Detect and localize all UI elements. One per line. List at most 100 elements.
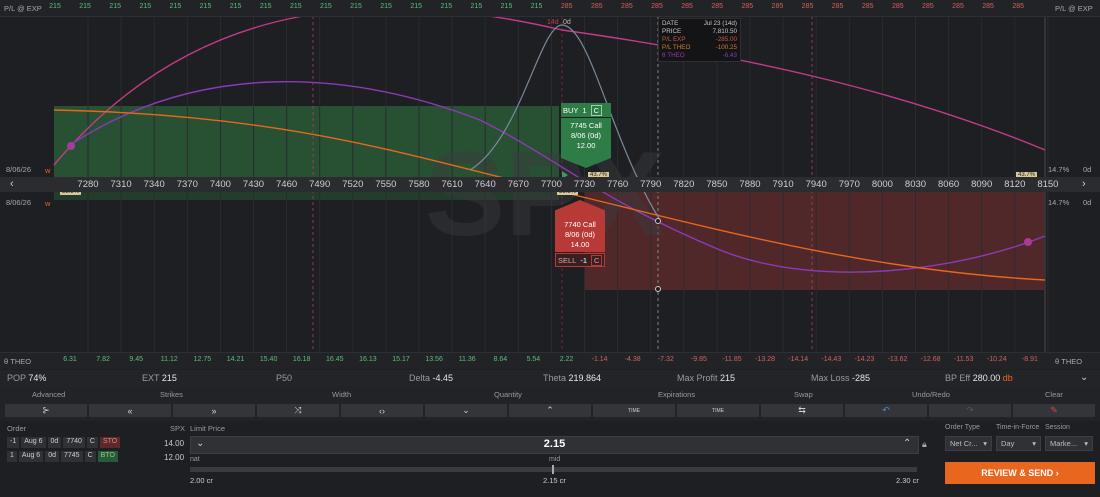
- tif-select[interactable]: Day ▾: [996, 436, 1041, 451]
- strike-tick[interactable]: 7940: [798, 179, 834, 190]
- strike-tick[interactable]: 7970: [831, 179, 867, 190]
- order-type-value: Net Cr...: [950, 439, 978, 448]
- width-narrow-button[interactable]: ⤨: [256, 403, 340, 418]
- expiration-forward-button[interactable]: TIME: [676, 403, 760, 418]
- theta-theo-row: θ THEO θ THEO 6.31 7.82 9.45 11.12 12.75 14.2…: [0, 352, 1100, 369]
- strike-tick[interactable]: 7910: [765, 179, 801, 190]
- advanced-button[interactable]: ⊱: [4, 403, 88, 418]
- dte-top: 0d: [1083, 165, 1092, 174]
- strike-axis[interactable]: ‹ › 7280 7310 7340 7370 7400 7430 7460 7490 7520…: [0, 177, 1100, 192]
- strike-tick[interactable]: 7430: [236, 179, 272, 190]
- ext-stat: EXT 215: [142, 373, 177, 383]
- time-forward-icon: TIME: [712, 407, 724, 414]
- session-select[interactable]: Marke... ▾: [1045, 436, 1093, 451]
- price-up-icon[interactable]: ⌃: [903, 438, 911, 449]
- redo-button[interactable]: ↷: [928, 403, 1012, 418]
- strike-tick[interactable]: 7820: [666, 179, 702, 190]
- theta-theo-value: 5.54: [526, 356, 541, 363]
- strike-tick[interactable]: 8120: [997, 179, 1033, 190]
- risk-chart[interactable]: SPX P/L @ EXP P/L @ EXP 215 215 215 215 215 2…: [0, 0, 1100, 370]
- strike-tick[interactable]: 7550: [368, 179, 404, 190]
- sell-action: SELL: [558, 255, 577, 265]
- theta-theo-value: -8.91: [1021, 356, 1038, 363]
- strike-tick[interactable]: 7670: [500, 179, 536, 190]
- theta-theo-value: -10.24: [986, 356, 1007, 363]
- strike-tick[interactable]: 7400: [202, 179, 238, 190]
- session-value: Marke...: [1050, 439, 1078, 448]
- pl-exp-value: 215: [380, 3, 392, 10]
- price-slider-thumb[interactable]: [552, 465, 554, 474]
- strike-tick[interactable]: 7340: [136, 179, 172, 190]
- strike-tick[interactable]: 8000: [864, 179, 900, 190]
- strike-tick[interactable]: 7310: [103, 179, 139, 190]
- strike-tick[interactable]: 7850: [699, 179, 735, 190]
- lock-icon[interactable]: 🔒︎: [922, 439, 927, 450]
- strikes-down-button[interactable]: «: [88, 403, 172, 418]
- max-loss-stat: Max Loss -285: [811, 373, 871, 383]
- undo-icon: ↶: [882, 405, 890, 415]
- tt-pltheo-label: P/L THEO: [662, 44, 691, 51]
- price-slider[interactable]: [190, 465, 917, 474]
- strike-tick[interactable]: 7700: [533, 179, 569, 190]
- label-expirations: Expirations: [658, 390, 696, 399]
- strike-tick[interactable]: 7640: [467, 179, 503, 190]
- pl-exp-value: 215: [350, 3, 362, 10]
- theta-theo-value: -14.23: [854, 356, 875, 363]
- quantity-up-button[interactable]: ⌃: [508, 403, 592, 418]
- limit-price-input[interactable]: ⌄ 2.15 ⌃: [190, 436, 919, 454]
- undo-button[interactable]: ↶: [844, 403, 928, 418]
- label-width: Width: [332, 390, 352, 399]
- pl-exp-value: 285: [590, 3, 603, 10]
- strike-tick[interactable]: 7520: [335, 179, 371, 190]
- mid-value: 2.15 cr: [543, 476, 566, 485]
- strike-tick[interactable]: 8030: [898, 179, 934, 190]
- strike-tick[interactable]: 7790: [633, 179, 669, 190]
- review-send-button[interactable]: REVIEW & SEND ›: [945, 462, 1095, 484]
- buy-leg-header[interactable]: BUY 1 C: [561, 103, 611, 117]
- review-send-label: REVIEW & SEND: [981, 468, 1054, 478]
- strike-tick[interactable]: 8090: [964, 179, 1000, 190]
- strike-tick[interactable]: 7730: [567, 179, 603, 190]
- strike-tick[interactable]: 8150: [1030, 179, 1066, 190]
- narrow-icon: ⤨: [294, 405, 302, 415]
- quantity-down-button[interactable]: ⌄: [424, 403, 508, 418]
- label-swap: Swap: [794, 390, 813, 399]
- date-label-bottom: 8/06/26: [6, 198, 32, 207]
- strike-tick[interactable]: 7760: [600, 179, 636, 190]
- leg-type: C: [84, 451, 96, 462]
- order-leg-row[interactable]: 1 Aug 6 0d 7745 C BTO: [7, 451, 120, 462]
- order-type-label: Order Type: [945, 424, 980, 431]
- far-value: 2.30 cr: [896, 476, 919, 485]
- tt-price-label: PRICE: [662, 28, 682, 35]
- clear-button[interactable]: ✎: [1012, 403, 1096, 418]
- strike-tick[interactable]: 7370: [169, 179, 205, 190]
- expand-chevron-icon[interactable]: ⌄: [1080, 372, 1088, 383]
- tt-plexp: -285.00: [715, 36, 737, 43]
- order-type-select[interactable]: Net Cr... ▾: [945, 436, 992, 451]
- width-widen-button[interactable]: ‹›: [340, 403, 424, 418]
- buy-leg-flag[interactable]: 7745 Call 8/06 (0d) 12.00: [561, 118, 611, 168]
- buy-type[interactable]: C: [590, 104, 603, 116]
- strike-tick[interactable]: 7610: [434, 179, 470, 190]
- time-back-icon: TIME: [628, 407, 640, 414]
- strike-tick[interactable]: 7280: [70, 179, 106, 190]
- order-leg-row[interactable]: -1 Aug 6 0d 7740 C STO: [7, 437, 122, 448]
- scroll-right-icon[interactable]: ›: [1082, 178, 1086, 190]
- pl-exp-value: 215: [229, 3, 242, 10]
- swap-button[interactable]: ⇆: [760, 403, 844, 418]
- expiration-back-button[interactable]: TIME: [592, 403, 676, 418]
- pl-exp-value: 285: [771, 3, 784, 10]
- leg-spx-price: 12.00: [164, 453, 185, 462]
- strike-tick[interactable]: 7490: [302, 179, 338, 190]
- theta-theo-value: 16.45: [326, 356, 344, 363]
- strike-tick[interactable]: 7460: [269, 179, 305, 190]
- strikes-up-button[interactable]: »: [172, 403, 256, 418]
- strike-tick[interactable]: 7880: [732, 179, 768, 190]
- strike-tick[interactable]: 7580: [401, 179, 437, 190]
- label-advanced: Advanced: [32, 390, 66, 399]
- theta-theo-value: 14.21: [226, 356, 245, 363]
- strike-tick[interactable]: 8060: [931, 179, 967, 190]
- sell-leg-header[interactable]: SELL -1 C: [555, 253, 605, 267]
- sell-type[interactable]: C: [591, 254, 603, 266]
- scroll-left-icon[interactable]: ‹: [10, 178, 14, 190]
